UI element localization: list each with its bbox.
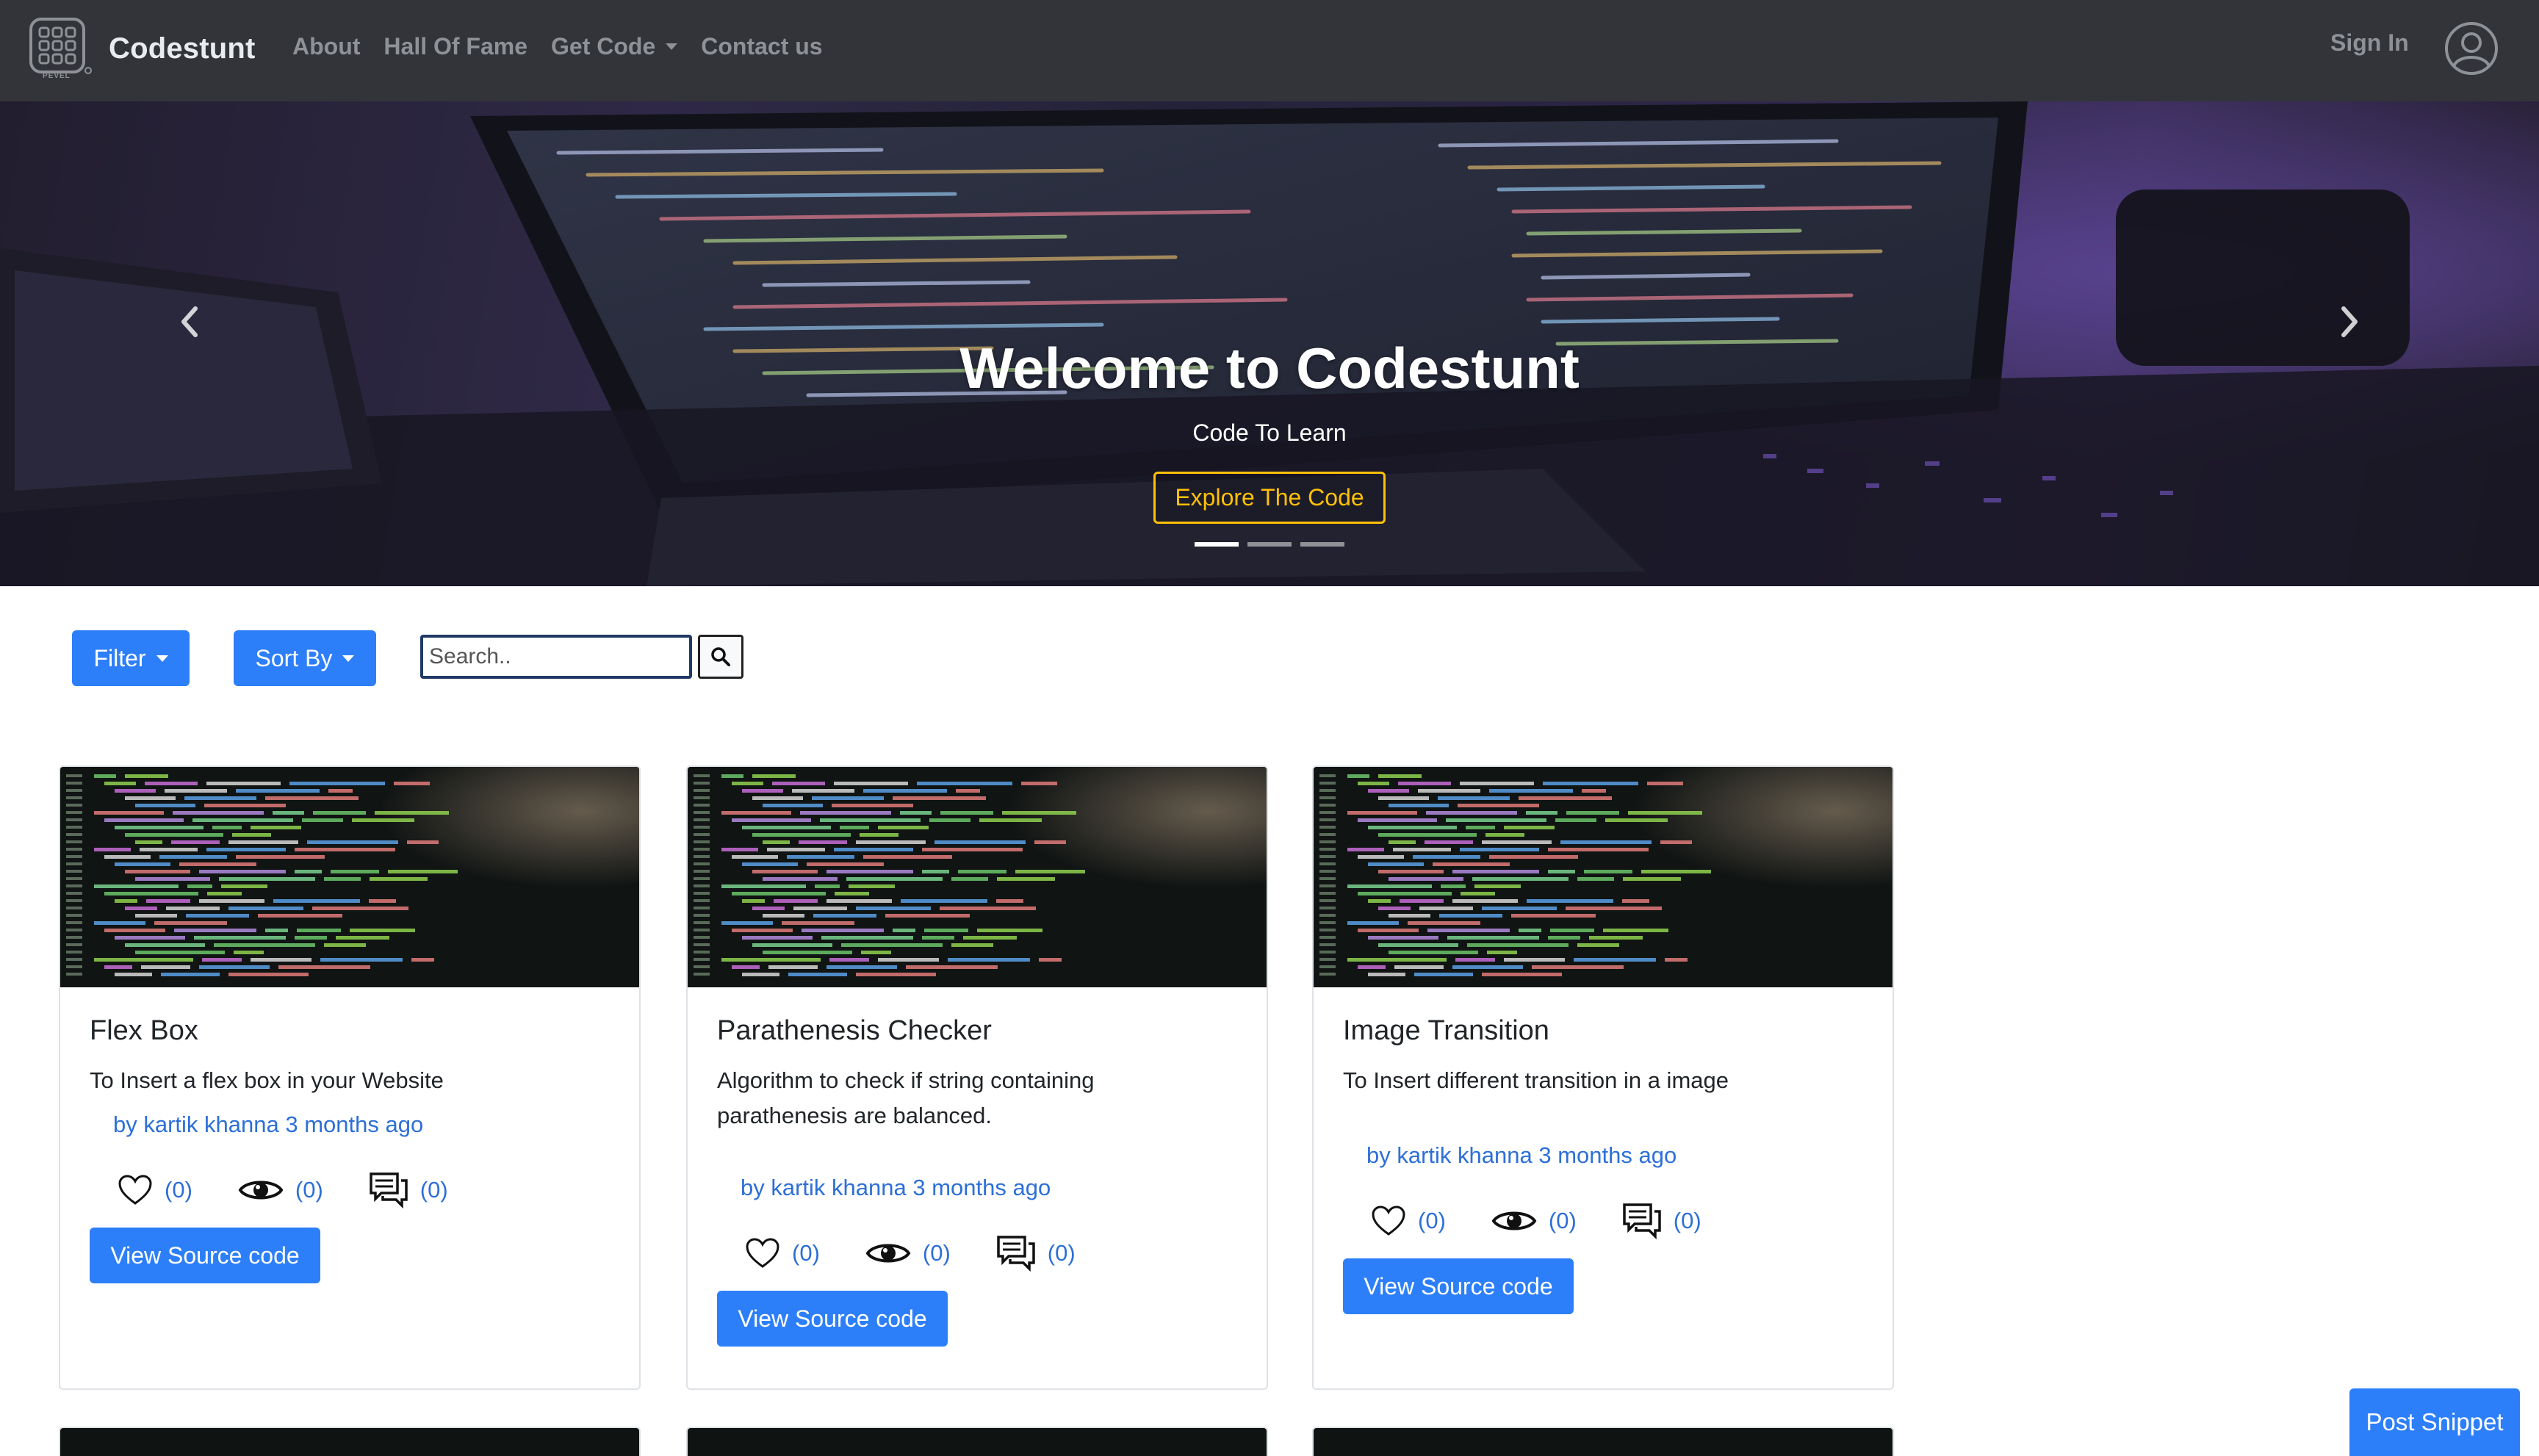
carousel-indicator-3[interactable] (1300, 542, 1344, 547)
card-body: Flex Box To Insert a flex box in your Web… (60, 987, 639, 1283)
comments-icon (997, 1236, 1035, 1272)
like-count: (0) (792, 1240, 820, 1266)
comment-count: (0) (1047, 1240, 1076, 1266)
card-image (60, 767, 639, 987)
navbar: PEVEL Codestunt About Hall Of Fame Get C… (0, 0, 2539, 101)
comments-icon (1623, 1203, 1661, 1239)
card-author-meta[interactable]: by kartik khanna 3 months ago (741, 1175, 1237, 1201)
view-count: (0) (295, 1177, 323, 1203)
view-count: (0) (1548, 1208, 1577, 1233)
snippet-card-partial (1312, 1427, 1894, 1456)
card-stats: (0) (0) (0) (745, 1235, 1237, 1272)
views-indicator[interactable]: (0) (865, 1239, 951, 1268)
nav-links: About Hall Of Fame Get Code Contact us (292, 0, 846, 93)
snippet-card: Flex Box To Insert a flex box in your Web… (59, 765, 641, 1390)
heart-icon (1372, 1205, 1405, 1236)
carousel-indicator-2[interactable] (1247, 542, 1292, 547)
view-source-button[interactable]: View Source code (90, 1228, 320, 1283)
code-thumbnail-image (688, 767, 1267, 987)
comments-button[interactable]: (0) (996, 1235, 1076, 1272)
user-circle-icon[interactable] (2443, 21, 2499, 76)
card-stats: (0) (0) (0) (1371, 1203, 1863, 1239)
views-indicator[interactable]: (0) (238, 1175, 323, 1205)
card-description: To Insert different transition in a imag… (1343, 1067, 1729, 1093)
card-description: Algorithm to check if string containing … (717, 1067, 1095, 1128)
carousel-indicators (1195, 542, 1353, 547)
heart-icon (746, 1238, 779, 1268)
eye-icon (238, 1181, 284, 1200)
search-icon (711, 647, 730, 666)
snippet-card-partial (59, 1427, 641, 1456)
comments-button[interactable]: (0) (369, 1172, 448, 1208)
like-button[interactable]: (0) (118, 1174, 192, 1206)
card-title: Parathenesis Checker (717, 1015, 992, 1046)
snippet-card: Parathenesis Checker Algorithm to check i… (686, 765, 1268, 1390)
card-image (1314, 767, 1892, 987)
comments-icon (370, 1172, 408, 1208)
nav-get-code-label: Get Code (551, 32, 656, 60)
card-stats: (0) (0) (0) (118, 1172, 610, 1208)
explore-code-button[interactable]: Explore The Code (1153, 472, 1386, 524)
post-snippet-button[interactable]: Post Snippet (2349, 1388, 2520, 1456)
card-author-meta[interactable]: by kartik khanna 3 months ago (1366, 1142, 1863, 1169)
carousel-indicator-1[interactable] (1195, 542, 1239, 547)
code-thumbnail-image (1314, 767, 1892, 987)
card-title: Flex Box (90, 1015, 198, 1046)
card-author-meta[interactable]: by kartik khanna 3 months ago (113, 1111, 610, 1138)
card-body: Image Transition To Insert different tran… (1314, 987, 1892, 1314)
sort-dropdown-button[interactable]: Sort By (234, 630, 376, 686)
chevron-down-icon (342, 655, 355, 662)
comment-count: (0) (419, 1177, 448, 1203)
view-source-button[interactable]: View Source code (1343, 1258, 1574, 1314)
brand-logo-text: PEVEL (43, 72, 71, 80)
brand[interactable]: PEVEL Codestunt (29, 16, 256, 81)
view-source-button[interactable]: View Source code (717, 1291, 948, 1347)
hero-subtitle: Code To Learn (1192, 419, 1347, 446)
filter-dropdown-button[interactable]: Filter (72, 630, 190, 686)
heart-icon (118, 1175, 152, 1205)
brand-name: Codestunt (109, 32, 256, 65)
view-count: (0) (922, 1240, 951, 1266)
snippet-card-partial (686, 1427, 1268, 1456)
nav-hall-of-fame[interactable]: Hall Of Fame (383, 33, 527, 60)
eye-icon (865, 1244, 911, 1263)
hero-title: Welcome to Codestunt (959, 336, 1580, 400)
sign-in-link[interactable]: Sign In (2330, 29, 2409, 57)
hero-caption: Welcome to Codestunt Code To Learn Explo… (0, 335, 2539, 524)
eye-icon (1491, 1211, 1537, 1230)
sort-label: Sort By (255, 644, 333, 671)
card-body: Parathenesis Checker Algorithm to check i… (688, 987, 1267, 1347)
like-count: (0) (1418, 1208, 1446, 1233)
like-button[interactable]: (0) (1371, 1205, 1446, 1237)
card-description: To Insert a flex box in your Website (90, 1067, 444, 1093)
like-button[interactable]: (0) (745, 1237, 820, 1269)
views-indicator[interactable]: (0) (1491, 1206, 1577, 1236)
code-thumbnail-image (60, 767, 639, 987)
chevron-down-icon (156, 655, 168, 662)
nav-about[interactable]: About (292, 33, 360, 60)
like-count: (0) (165, 1177, 192, 1203)
hero-carousel: Welcome to Codestunt Code To Learn Explo… (0, 101, 2539, 586)
comment-count: (0) (1673, 1208, 1701, 1233)
nav-get-code[interactable]: Get Code (551, 32, 678, 60)
chevron-down-icon (666, 43, 678, 50)
card-title: Image Transition (1343, 1015, 1549, 1046)
comments-button[interactable]: (0) (1622, 1203, 1701, 1239)
search-button[interactable] (698, 635, 743, 679)
filter-label: Filter (93, 644, 146, 671)
search-input[interactable] (420, 635, 692, 679)
brand-logo-icon: PEVEL (29, 16, 93, 81)
card-image (688, 767, 1267, 987)
nav-contact-us[interactable]: Contact us (701, 33, 822, 60)
snippet-card: Image Transition To Insert different tran… (1312, 765, 1894, 1390)
